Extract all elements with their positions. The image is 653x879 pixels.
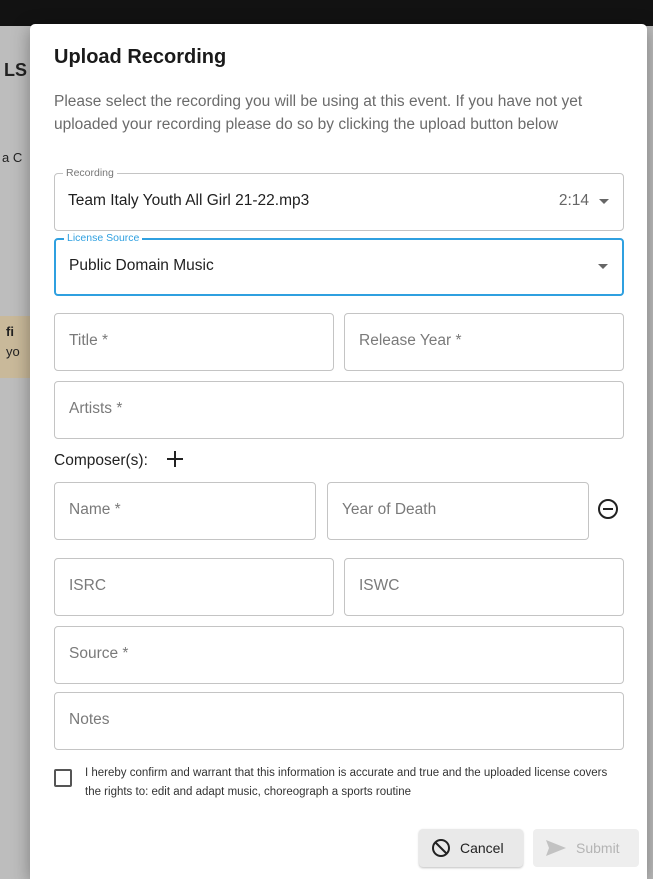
source-placeholder: Source * [69, 645, 129, 662]
title-field[interactable]: Title * [54, 313, 334, 371]
send-icon [545, 839, 567, 857]
composers-label: Composer(s): [54, 452, 148, 469]
remove-composer-minus-icon[interactable] [598, 499, 618, 519]
isrc-field[interactable]: ISRC [54, 558, 334, 616]
recording-select[interactable]: Recording Team Italy Youth All Girl 21-2… [54, 167, 624, 231]
background-banner: fi yo [0, 316, 30, 378]
recording-duration: 2:14 [558, 192, 589, 209]
chevron-down-icon [598, 264, 608, 269]
artists-placeholder: Artists * [69, 400, 123, 417]
notes-placeholder: Notes [69, 711, 110, 728]
recording-value: Team Italy Youth All Girl 21-22.mp3 [68, 192, 310, 209]
background-fragment: yo [6, 344, 20, 359]
source-field[interactable]: Source * [54, 626, 624, 684]
iswc-placeholder: ISWC [359, 577, 400, 594]
recording-label: Recording [63, 167, 117, 179]
dialog-description: Please select the recording you will be … [54, 93, 583, 133]
composer-name-placeholder: Name * [69, 501, 121, 518]
license-source-select[interactable]: License Source Public Domain Music [54, 232, 624, 296]
app-top-bar [0, 0, 653, 26]
year-of-death-placeholder: Year of Death [342, 501, 437, 518]
cancel-label: Cancel [460, 840, 504, 856]
add-composer-plus-icon[interactable] [164, 448, 186, 470]
confirm-text: I hereby confirm and warrant that this i… [85, 767, 608, 798]
chevron-down-icon [599, 199, 609, 204]
iswc-field[interactable]: ISWC [344, 558, 624, 616]
background-fragment: fi [6, 324, 14, 339]
release-year-placeholder: Release Year * [359, 332, 462, 349]
background-fragment: LS [4, 60, 28, 80]
notes-field[interactable]: Notes [54, 692, 624, 750]
artists-field[interactable]: Artists * [54, 381, 624, 439]
composer-year-of-death-field[interactable]: Year of Death [327, 482, 589, 540]
upload-recording-dialog: Upload Recording Please select the recor… [30, 24, 647, 879]
background-fragment: a C [2, 150, 23, 165]
block-icon [431, 838, 451, 858]
license-source-label: License Source [64, 232, 143, 244]
cancel-button[interactable]: Cancel [419, 829, 523, 867]
isrc-placeholder: ISRC [69, 577, 107, 594]
release-year-field[interactable]: Release Year * [344, 313, 624, 371]
submit-button[interactable]: Submit [533, 829, 639, 867]
license-source-value: Public Domain Music [69, 257, 214, 274]
title-placeholder: Title * [69, 332, 109, 349]
confirm-checkbox[interactable] [54, 769, 72, 787]
composer-name-field[interactable]: Name * [54, 482, 316, 540]
submit-label: Submit [576, 840, 620, 856]
dialog-title: Upload Recording [54, 46, 227, 68]
